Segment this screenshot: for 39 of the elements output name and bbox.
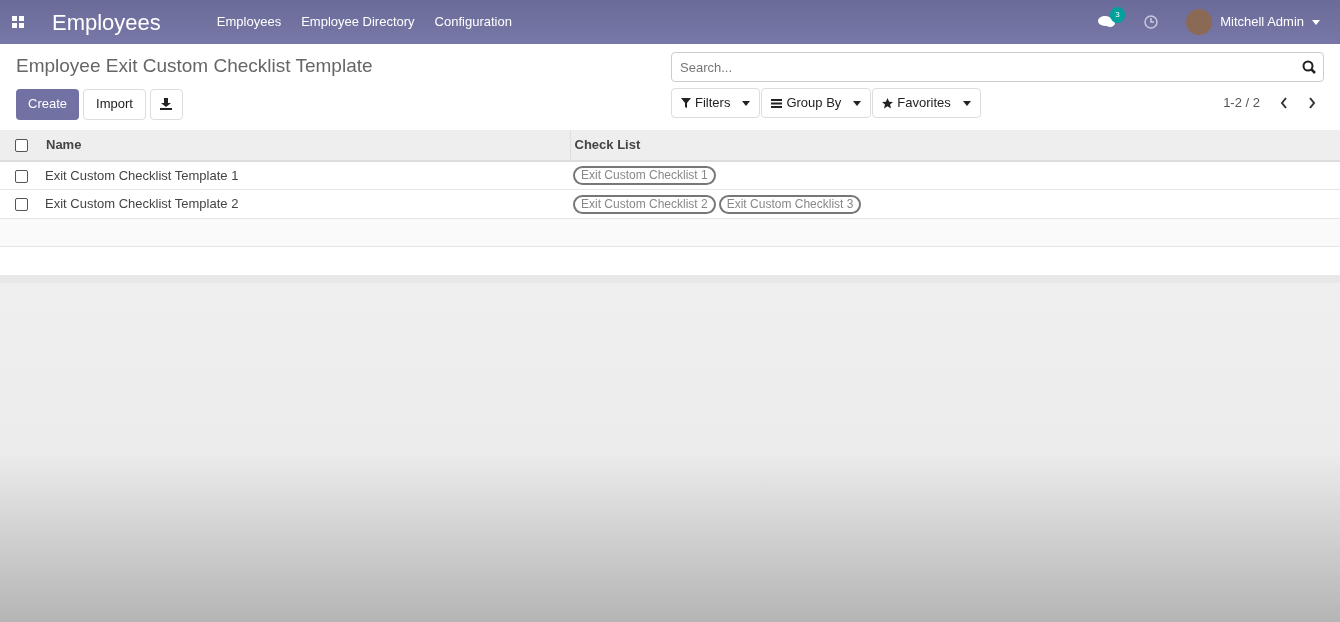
caret-icon [853, 100, 862, 106]
list-icon [771, 98, 783, 108]
checkbox[interactable] [14, 198, 28, 212]
caret-icon [742, 100, 751, 106]
page-title: Employee Exit Custom Checklist Template [16, 54, 374, 78]
user-menu[interactable]: Mitchell Admin [1186, 9, 1320, 35]
search-icon[interactable] [1302, 60, 1316, 74]
tag: Exit Custom Checklist 3 [718, 194, 862, 214]
search-field[interactable]: Search... [671, 52, 1324, 82]
tag: Exit Custom Checklist 1 [573, 165, 716, 185]
menu-item[interactable]: Employees [216, 12, 282, 32]
next-icon[interactable] [1308, 97, 1316, 109]
app-title: Employees [52, 8, 161, 37]
star-icon [882, 97, 894, 109]
filter-icon [681, 98, 691, 108]
filter-dropdown[interactable]: Group By [761, 88, 872, 118]
checkbox[interactable] [14, 169, 28, 183]
filter-dropdown[interactable]: Favorites [872, 88, 981, 118]
table-cell: Exit Custom Checklist Template 2 [45, 196, 239, 212]
import-button[interactable]: Import [83, 88, 146, 120]
filter-dropdown[interactable]: Filters [671, 88, 761, 118]
checkbox[interactable] [14, 138, 28, 152]
clock-icon[interactable] [1144, 15, 1159, 29]
column-header[interactable]: Check List [570, 129, 1340, 161]
pager-value: 1-2 / 2 [1223, 94, 1260, 113]
avatar-icon [1186, 9, 1213, 35]
message-count-badge: 3 [1110, 7, 1125, 23]
menu-item[interactable]: Employee Directory [301, 12, 415, 32]
column-header[interactable]: Name [42, 129, 570, 161]
previous-icon[interactable] [1280, 97, 1288, 109]
caret-icon [1312, 19, 1320, 25]
menu-item[interactable]: Configuration [434, 12, 512, 32]
create-button[interactable]: Create [16, 88, 80, 120]
caret-icon [962, 100, 971, 106]
download-icon [160, 98, 173, 110]
table-cell: Exit Custom Checklist Template 1 [45, 167, 239, 183]
apps-menu-icon[interactable] [12, 16, 24, 28]
tag: Exit Custom Checklist 2 [573, 194, 716, 214]
download-button[interactable] [149, 88, 183, 120]
